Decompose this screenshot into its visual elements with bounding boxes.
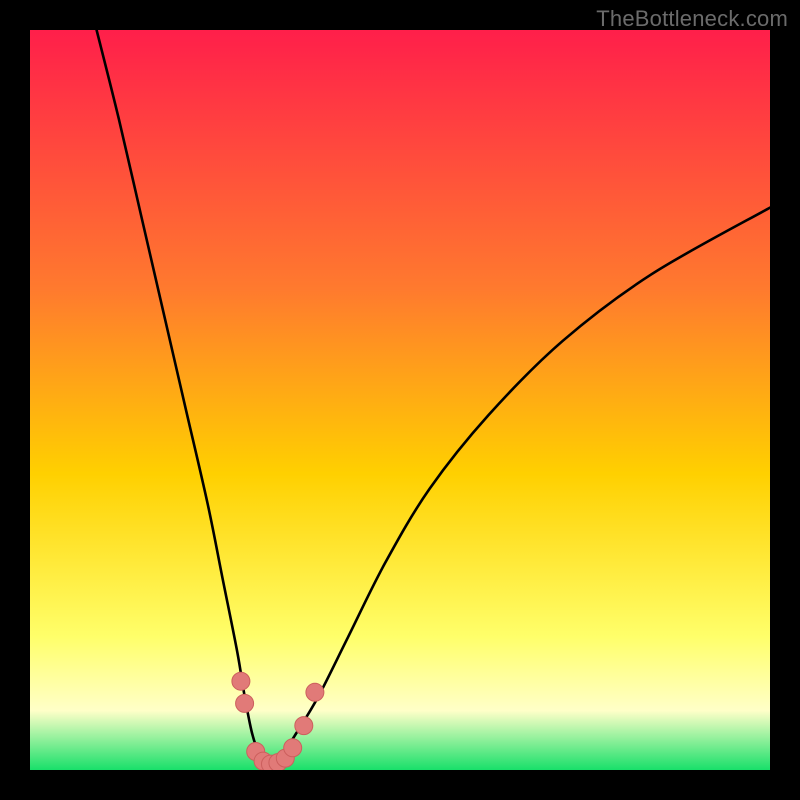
valley-marker bbox=[236, 694, 254, 712]
gradient-background bbox=[30, 30, 770, 770]
watermark-text: TheBottleneck.com bbox=[596, 6, 788, 32]
valley-marker bbox=[306, 683, 324, 701]
plot-area bbox=[30, 30, 770, 770]
valley-marker bbox=[284, 739, 302, 757]
valley-marker bbox=[232, 672, 250, 690]
valley-marker bbox=[295, 717, 313, 735]
chart-frame: TheBottleneck.com bbox=[0, 0, 800, 800]
bottleneck-curve-chart bbox=[30, 30, 770, 770]
